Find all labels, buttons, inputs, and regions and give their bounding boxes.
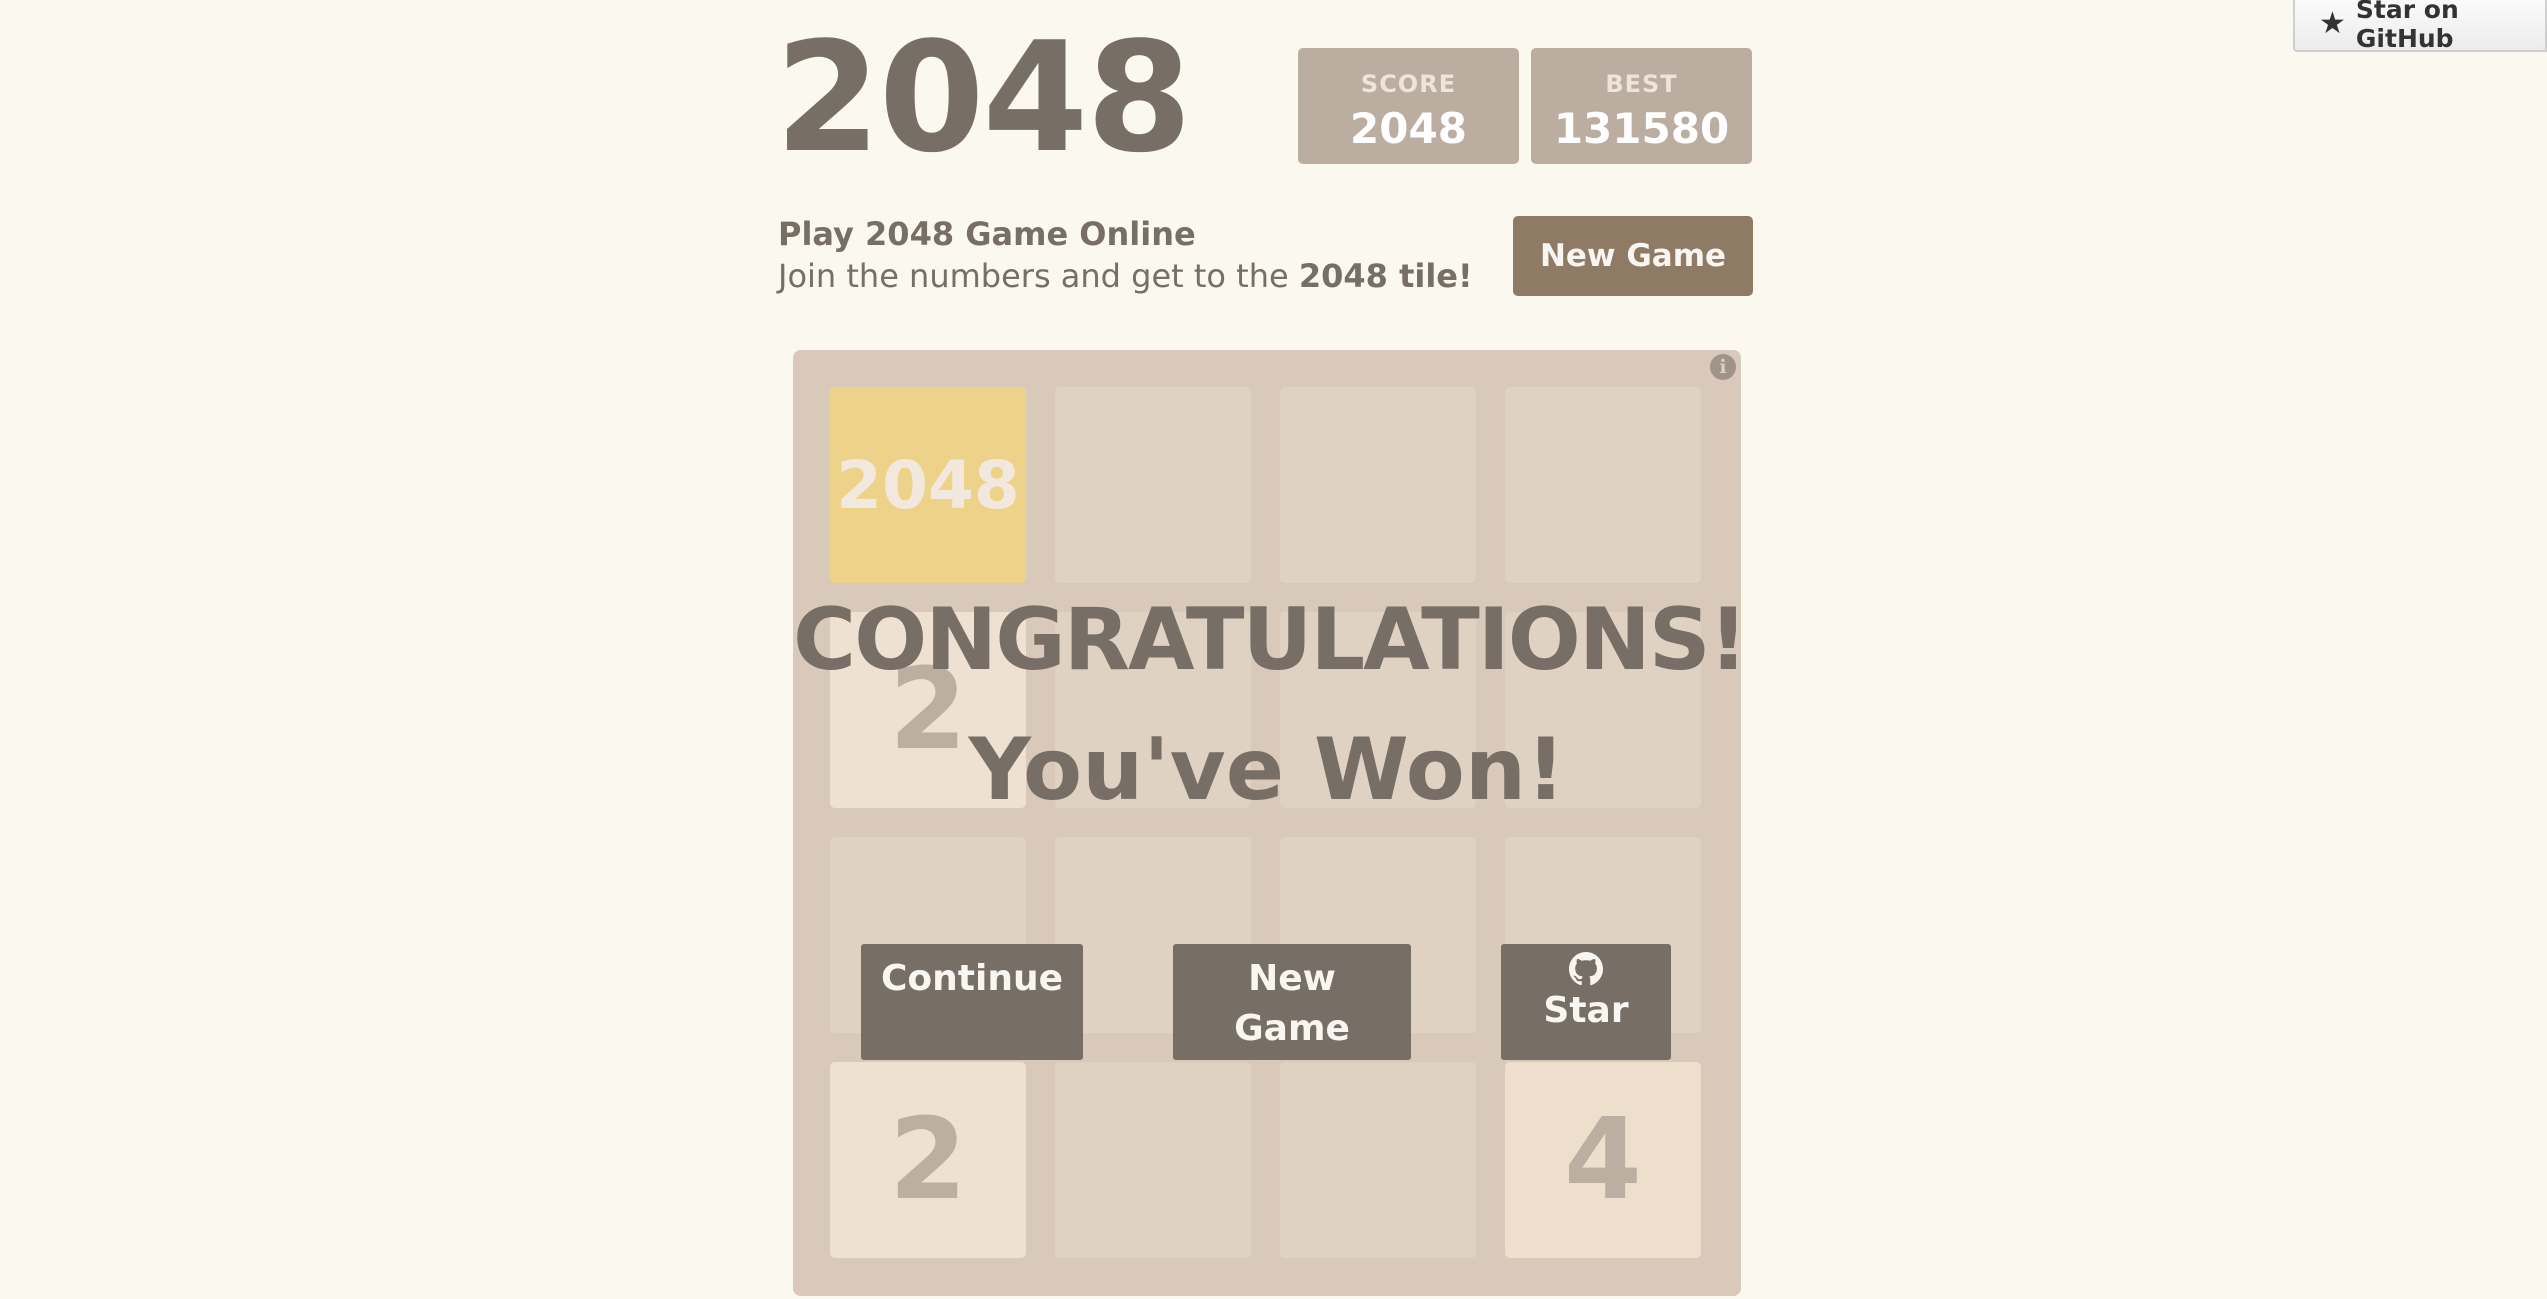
page: ★ Star on GitHub 2048 SCORE 2048 BEST 13…: [0, 0, 2547, 1299]
score-value: 2048: [1350, 104, 1467, 153]
best-value: 131580: [1553, 104, 1730, 153]
info-icon[interactable]: i: [1710, 354, 1736, 380]
continue-label: Continue: [880, 958, 1063, 999]
new-game-line-1: New: [1248, 958, 1336, 999]
star-icon: ★: [2319, 6, 2346, 41]
overlay-star-button[interactable]: Star: [1501, 944, 1671, 1060]
new-game-button[interactable]: New Game: [1513, 216, 1753, 296]
github-icon: [1569, 952, 1603, 986]
new-game-line-2: Game: [1234, 1008, 1350, 1050]
score-label: SCORE: [1360, 70, 1457, 98]
intro-title: Play 2048 Game Online: [778, 215, 1196, 253]
congratulations-heading: CONGRATULATIONS!: [793, 590, 1748, 690]
overlay-new-game-button[interactable]: New Game: [1173, 944, 1411, 1060]
you-won-heading: You've Won!: [968, 720, 1566, 820]
intro-text: Join the numbers and get to the 2048 til…: [778, 257, 1473, 295]
game-board: 2048 2 2 4 CONGRATULATIONS! You've Won! …: [793, 350, 1748, 1296]
score-box: SCORE 2048: [1298, 48, 1519, 164]
best-score-box: BEST 131580: [1531, 48, 1752, 164]
intro-text-bold: 2048 tile!: [1298, 257, 1473, 295]
star-label: Star: [1543, 990, 1629, 1031]
continue-button[interactable]: Continue: [861, 944, 1083, 1060]
star-on-github-button[interactable]: ★ Star on GitHub: [2293, 0, 2547, 53]
game-title: 2048: [775, 9, 1192, 186]
intro-text-plain: Join the numbers and get to the: [778, 257, 1299, 295]
star-on-github-label: Star on GitHub: [2355, 0, 2459, 53]
best-label: BEST: [1605, 70, 1678, 98]
win-overlay: CONGRATULATIONS! You've Won! Continue Ne…: [793, 350, 1748, 1296]
